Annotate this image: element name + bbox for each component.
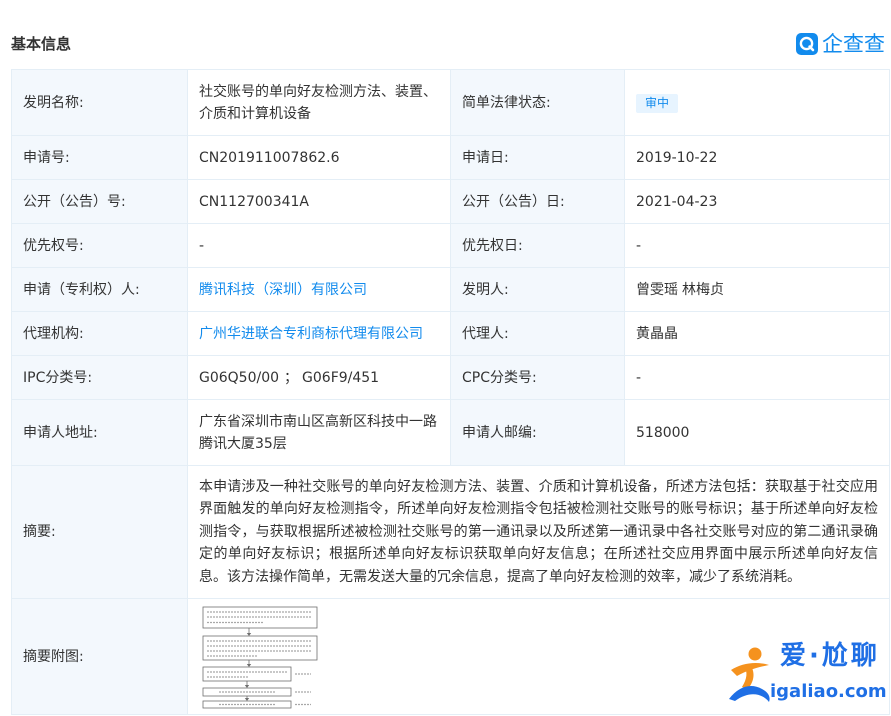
ipc-label: IPC分类号: <box>11 355 188 400</box>
applicant-label: 申请（专利权）人: <box>11 267 188 312</box>
flowchart-step-box <box>202 666 292 681</box>
table-row: 摘要附图: <box>11 598 890 715</box>
legal-status-badge: 审中 <box>636 93 679 113</box>
application-number-label: 申请号: <box>11 135 188 180</box>
legal-status-cell: 审中 <box>624 69 890 136</box>
agency-label: 代理机构: <box>11 311 188 356</box>
qichacha-logo-icon <box>796 33 818 55</box>
applicant-postcode-label: 申请人邮编: <box>450 399 625 466</box>
table-row: IPC分类号: G06Q50/00； G06F9/451 CPC分类号: - <box>11 355 890 400</box>
abstract-text: 本申请涉及一种社交账号的单向好友检测方法、装置、介质和计算机设备，所述方法包括：… <box>187 465 890 599</box>
brand-logo: 企查查 <box>796 32 885 56</box>
abstract-figure-cell <box>187 598 890 715</box>
publication-date-label: 公开（公告）日: <box>450 179 625 224</box>
agent-label: 代理人: <box>450 311 625 356</box>
ipc-code: G06F9/451 <box>302 369 380 386</box>
table-row: 申请人地址: 广东省深圳市南山区高新区科技中一路腾讯大厦35层 申请人邮编: 5… <box>11 399 890 466</box>
applicant-postcode-value: 518000 <box>624 399 890 466</box>
publication-number-label: 公开（公告）号: <box>11 179 188 224</box>
publication-number-value: CN112700341A <box>187 179 451 224</box>
table-row: 申请（专利权）人: 腾讯科技（深圳）有限公司 发明人: 曾雯瑶 林梅贞 <box>11 267 890 312</box>
publication-date-value: 2021-04-23 <box>624 179 890 224</box>
priority-date-label: 优先权日: <box>450 223 625 268</box>
cpc-label: CPC分类号: <box>450 355 625 400</box>
applicant-address-value: 广东省深圳市南山区高新区科技中一路腾讯大厦35层 <box>187 399 451 466</box>
brand-logo-text: 企查查 <box>822 32 885 56</box>
ipc-cell: G06Q50/00； G06F9/451 <box>187 355 451 400</box>
table-row: 发明名称: 社交账号的单向好友检测方法、装置、介质和计算机设备 简单法律状态: … <box>11 69 890 136</box>
agency-cell: 广州华进联合专利商标代理有限公司 <box>187 311 451 356</box>
agency-link[interactable]: 广州华进联合专利商标代理有限公司 <box>199 326 423 342</box>
application-date-label: 申请日: <box>450 135 625 180</box>
table-row: 优先权号: - 优先权日: - <box>11 223 890 268</box>
applicant-cell: 腾讯科技（深圳）有限公司 <box>187 267 451 312</box>
cpc-value: - <box>624 355 890 400</box>
abstract-figure-thumbnail[interactable] <box>199 604 321 709</box>
priority-date-value: - <box>624 223 890 268</box>
ipc-code: G06Q50/00 <box>199 369 280 386</box>
inventors-cell: 曾雯瑶 林梅贞 <box>624 267 890 312</box>
inventors-label: 发明人: <box>450 267 625 312</box>
priority-number-label: 优先权号: <box>11 223 188 268</box>
applicant-address-label: 申请人地址: <box>11 399 188 466</box>
patent-info-table: 发明名称: 社交账号的单向好友检测方法、装置、介质和计算机设备 简单法律状态: … <box>11 69 890 715</box>
application-date-value: 2019-10-22 <box>624 135 890 180</box>
agent-value: 黄晶晶 <box>624 311 890 356</box>
table-row: 申请号: CN201911007862.6 申请日: 2019-10-22 <box>11 135 890 180</box>
priority-number-value: - <box>187 223 451 268</box>
invention-name-label: 发明名称: <box>11 69 188 136</box>
table-row: 公开（公告）号: CN112700341A 公开（公告）日: 2021-04-2… <box>11 179 890 224</box>
legal-status-label: 简单法律状态: <box>450 69 625 136</box>
inventor-name: 林梅贞 <box>682 281 724 298</box>
abstract-figure-label: 摘要附图: <box>11 598 188 715</box>
section-title: 基本信息 <box>11 35 72 53</box>
table-row: 代理机构: 广州华进联合专利商标代理有限公司 代理人: 黄晶晶 <box>11 311 890 356</box>
abstract-label: 摘要: <box>11 465 188 599</box>
inventor-name: 曾雯瑶 <box>636 281 678 298</box>
invention-name-value: 社交账号的单向好友检测方法、装置、介质和计算机设备 <box>187 69 451 136</box>
ipc-separator: ； <box>284 369 299 386</box>
application-number-value: CN201911007862.6 <box>187 135 451 180</box>
table-row: 摘要: 本申请涉及一种社交账号的单向好友检测方法、装置、介质和计算机设备，所述方… <box>11 465 890 599</box>
applicant-link[interactable]: 腾讯科技（深圳）有限公司 <box>199 282 367 298</box>
